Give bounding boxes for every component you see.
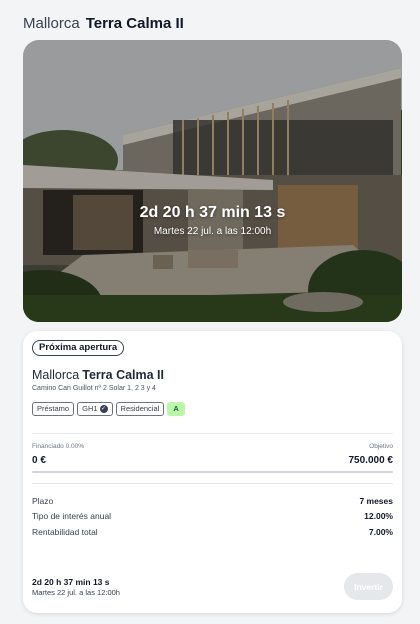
funding-progress-bar <box>32 471 393 473</box>
tag-guarantee[interactable]: GH1 ✓ <box>77 402 113 416</box>
return-value: 7.00% <box>368 527 393 537</box>
project-hero-image[interactable]: 2d 20 h 37 min 13 s Martes 22 jul. a las… <box>23 40 402 322</box>
objective-value: 750.000 € <box>348 455 394 466</box>
return-row: Rentabilidad total 7.00% <box>32 527 393 537</box>
tag-loan-type: Préstamo <box>32 402 75 416</box>
divider <box>32 483 393 484</box>
funded-value: 0 € <box>32 455 46 466</box>
return-label: Rentabilidad total <box>32 527 98 537</box>
header-project-name: Terra Calma II <box>85 15 184 32</box>
rate-row: Tipo de interés anual 12.00% <box>32 511 393 521</box>
rate-label: Tipo de interés anual <box>32 511 112 521</box>
card-region: Mallorca <box>32 368 80 382</box>
term-value: 7 meses <box>359 496 393 506</box>
card-project-name: Terra Calma II <box>82 368 165 382</box>
card-countdown: 2d 20 h 37 min 13 s <box>32 577 110 587</box>
objective-label: Objetivo <box>369 443 393 450</box>
tag-use: Residencial <box>115 402 165 416</box>
card-title: Mallorca Terra Calma II <box>32 368 164 382</box>
villa-illustration <box>23 40 402 322</box>
hero-opening-date: Martes 22 jul. a las 12:00h <box>153 226 272 237</box>
header-region: Mallorca <box>23 15 80 32</box>
card-opening-date: Martes 22 jul. a las 12:00h <box>32 588 120 597</box>
status-badge: Próxima apertura <box>32 340 125 356</box>
tag-rating: A <box>167 402 185 416</box>
invest-button[interactable]: Invertir <box>344 573 393 600</box>
verified-check-icon: ✓ <box>99 405 108 413</box>
project-address: Camino Can Guillot nº 2 Solar 1, 2 3 y 4 <box>32 385 156 392</box>
term-row: Plazo 7 meses <box>32 496 393 506</box>
funded-label: Financiado 0.00% <box>32 443 85 450</box>
tag-list: Préstamo GH1 ✓ Residencial A <box>32 402 185 416</box>
rate-value: 12.00% <box>364 511 393 521</box>
divider <box>32 433 393 434</box>
page-header: Mallorca Terra Calma II <box>23 14 184 34</box>
project-card: Próxima apertura Mallorca Terra Calma II … <box>23 331 402 613</box>
term-label: Plazo <box>32 496 54 506</box>
tag-guarantee-label: GH1 <box>82 404 98 413</box>
hero-countdown: 2d 20 h 37 min 13 s <box>139 204 286 221</box>
